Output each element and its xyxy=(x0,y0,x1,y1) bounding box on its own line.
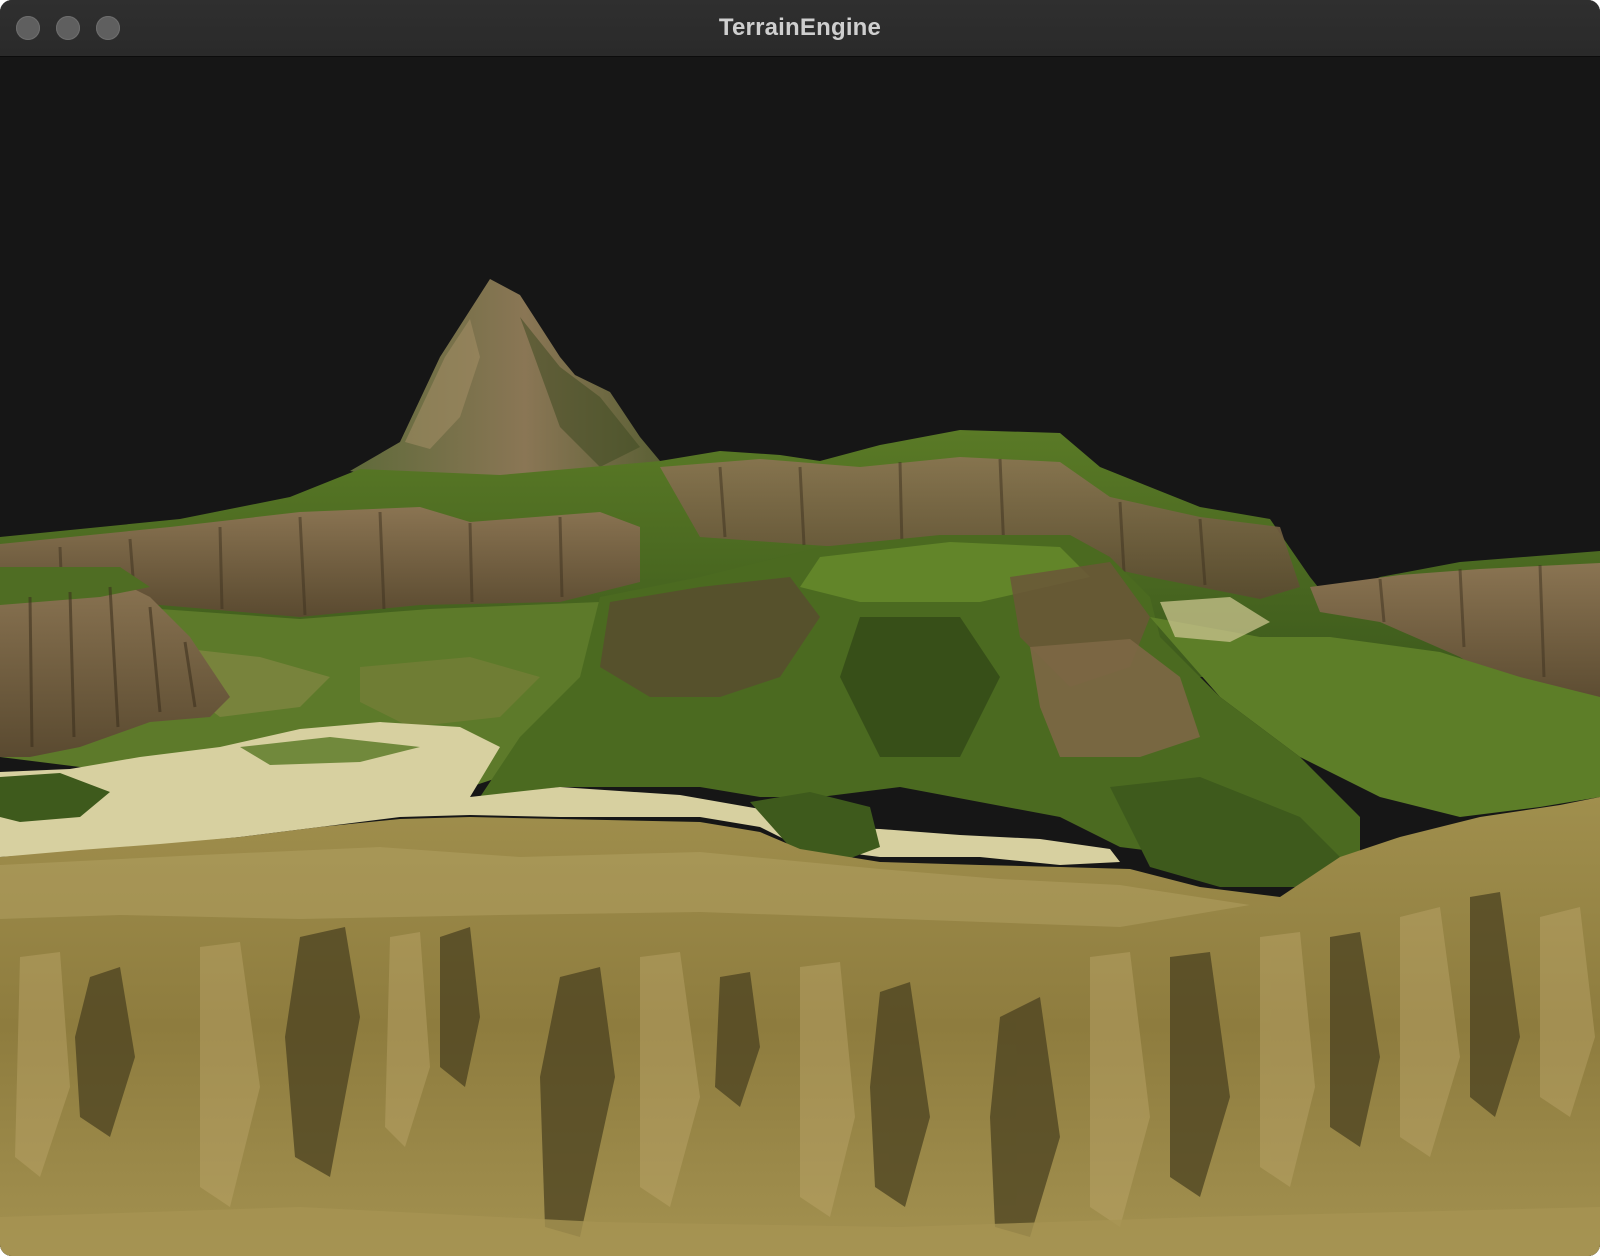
title-bar[interactable]: TerrainEngine xyxy=(0,0,1600,57)
terrain-viewport[interactable] xyxy=(0,57,1600,1256)
window-title: TerrainEngine xyxy=(718,14,882,41)
terrain-render xyxy=(0,57,1600,1256)
app-window: TerrainEngine xyxy=(0,0,1600,1256)
